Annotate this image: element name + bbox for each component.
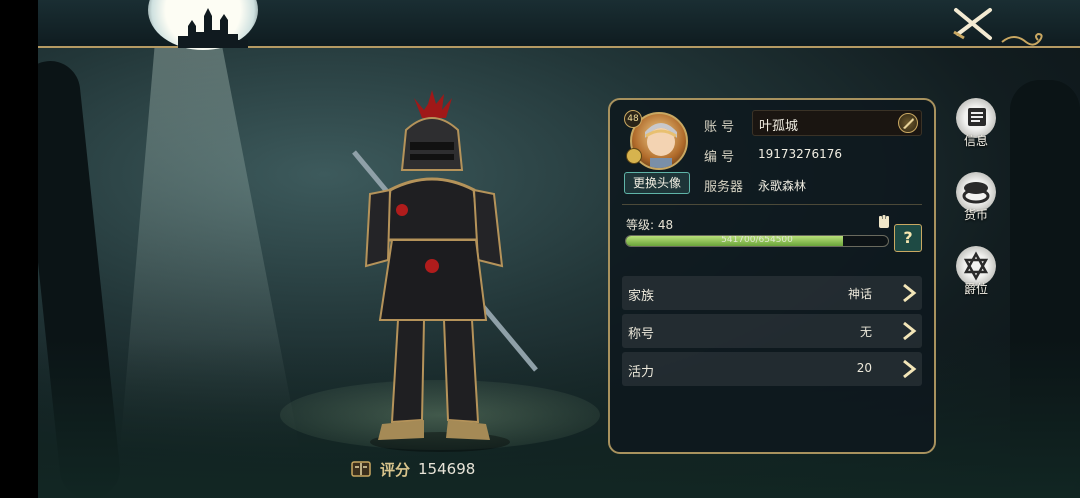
row-family-value: 神话 (847, 287, 872, 301)
level-value: 48 (657, 218, 674, 232)
level-label-text: 等级: (626, 218, 655, 232)
server-value: 永歌森林 (758, 179, 807, 193)
avatar-level-badge: 48 (624, 110, 642, 128)
experience-text: 541700/654500 (721, 235, 793, 245)
book-icon (351, 461, 371, 477)
score-value: 154698 (418, 460, 476, 478)
character-model[interactable] (340, 90, 560, 460)
side-tab-info[interactable]: 信息 (952, 98, 1000, 149)
chevron-right-icon (903, 283, 917, 303)
castle-silhouette-icon (178, 8, 248, 48)
row-title-label: 称号 (628, 327, 655, 342)
key-icon (626, 148, 642, 164)
id-label: 编 号 (704, 150, 735, 165)
level-label: 等级: 48 (626, 216, 673, 233)
chevron-right-icon (903, 321, 917, 341)
ornament-swirl-icon (1001, 32, 1043, 46)
top-bar (38, 0, 1080, 50)
row-family[interactable]: 家族 神话 (622, 276, 922, 310)
row-title-value: 无 (859, 325, 872, 339)
close-swords-icon[interactable] (950, 4, 998, 44)
side-tab-rank[interactable]: 爵位 (952, 246, 1000, 297)
character-score: 评分 154698 (350, 458, 475, 480)
help-button[interactable]: ? (894, 224, 922, 252)
side-tab-currency[interactable]: 货币 (952, 172, 1000, 223)
edit-name-button[interactable] (898, 113, 918, 133)
account-name-box: 叶孤城 (752, 110, 922, 136)
score-label: 评分 (380, 460, 411, 479)
row-vitality-label: 活力 (628, 365, 655, 380)
panel-divider (622, 204, 922, 205)
row-family-label: 家族 (628, 289, 655, 304)
chevron-right-icon (903, 359, 917, 379)
experience-bar: 541700/654500 (625, 235, 889, 247)
fist-icon (879, 215, 889, 228)
row-vitality[interactable]: 活力 20 (622, 352, 922, 386)
row-vitality-value: 20 (856, 361, 872, 375)
profile-panel: 48 更换头像 账 号 叶孤城 编 号 19173276176 服务器 永歌森林… (608, 98, 936, 454)
quill-icon (903, 118, 914, 129)
account-value: 叶孤城 (759, 119, 799, 134)
change-avatar-button[interactable]: 更换头像 (624, 172, 690, 194)
id-value: 19173276176 (758, 147, 842, 161)
left-letterbox (0, 0, 38, 498)
account-label: 账 号 (704, 120, 735, 135)
server-label: 服务器 (704, 180, 744, 195)
row-title[interactable]: 称号 无 (622, 314, 922, 348)
